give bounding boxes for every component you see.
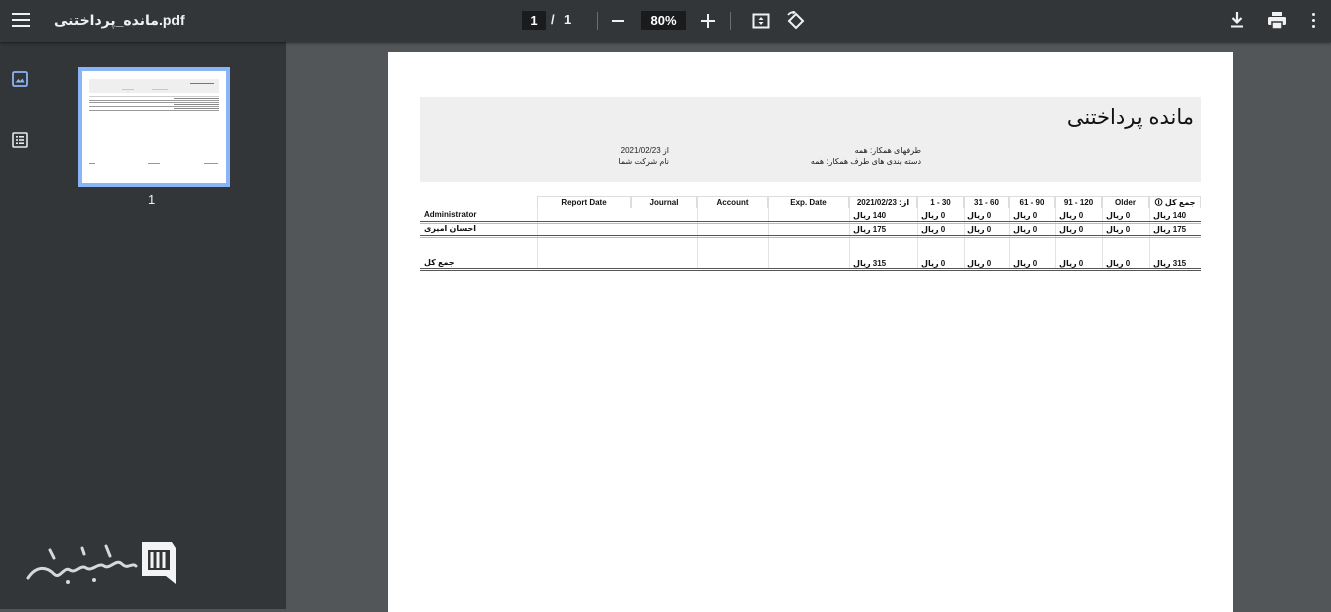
document-title: مانده_پرداختنی.pdf bbox=[54, 12, 185, 28]
aged-payable-table: جمع کل 🛈 Older 91 - 120 61 - 90 31 - 60 … bbox=[420, 196, 1201, 276]
grand-total-label: جمع کل bbox=[424, 258, 455, 267]
current-page-input[interactable]: 1 bbox=[522, 11, 546, 30]
report-title: مانده پرداختنی bbox=[1066, 106, 1194, 129]
column-header-report-date: Report Date bbox=[537, 196, 631, 208]
column-header-61-90: 61 - 90 bbox=[1009, 196, 1055, 208]
document-outline-icon[interactable] bbox=[12, 132, 28, 148]
row-older-value: 0 ریال bbox=[1106, 225, 1131, 234]
row-31-60-value: 0 ریال bbox=[967, 225, 992, 234]
row-1-30-value: 0 ریال bbox=[921, 211, 946, 220]
partner-row-label[interactable]: Administrator bbox=[424, 210, 476, 219]
row-91-120-value: 0 ریال bbox=[1059, 211, 1084, 220]
more-options-icon[interactable] bbox=[1312, 13, 1315, 31]
zoom-in-icon[interactable] bbox=[701, 14, 715, 28]
total-pages: 1 bbox=[564, 12, 572, 27]
thumbnail-page-number: 1 bbox=[148, 192, 156, 207]
pdf-page: مانده پرداختنی طرفهای همکار: همه دسته بن… bbox=[388, 52, 1233, 612]
row-1-30-value: 0 ریال bbox=[921, 225, 946, 234]
row-total-value: 140 ریال bbox=[1153, 211, 1187, 220]
toolbar-divider bbox=[597, 12, 598, 30]
partners-filter-label: طرفهای همکار: همه bbox=[854, 146, 921, 155]
partner-row-label[interactable]: احسان امیری bbox=[424, 224, 476, 233]
zoom-level-input[interactable]: 80% bbox=[641, 11, 686, 30]
column-header-as-of: از: 2021/02/23 bbox=[849, 196, 917, 208]
download-icon[interactable] bbox=[1229, 11, 1245, 29]
report-header: مانده پرداختنی طرفهای همکار: همه دسته بن… bbox=[420, 97, 1201, 182]
column-header-journal: Journal bbox=[631, 196, 697, 208]
company-name-label: نام شرکت شما bbox=[618, 157, 669, 166]
column-header-91-120: 91 - 120 bbox=[1055, 196, 1102, 208]
row-91-120-value: 0 ریال bbox=[1059, 225, 1084, 234]
page-thumbnail[interactable] bbox=[78, 67, 230, 187]
row-total-value: 175 ریال bbox=[1153, 225, 1187, 234]
column-header-account: Account bbox=[697, 196, 768, 208]
thumbnails-view-icon[interactable] bbox=[12, 71, 28, 87]
column-header-exp-date: Exp. Date bbox=[768, 196, 849, 208]
menu-icon[interactable] bbox=[12, 13, 30, 29]
sidebar: 1 bbox=[0, 42, 286, 609]
fit-to-page-icon[interactable] bbox=[752, 12, 770, 30]
column-header-1-30: 1 - 30 bbox=[917, 196, 964, 208]
toolbar-divider bbox=[730, 12, 731, 30]
row-as-of-value: 140 ریال bbox=[853, 211, 887, 220]
column-header-31-60: 31 - 60 bbox=[964, 196, 1009, 208]
partner-categories-filter-label: دسته بندی های طرف همکار: همه bbox=[810, 157, 921, 166]
rotate-icon[interactable] bbox=[786, 11, 806, 31]
pdf-toolbar: مانده_پرداختنی.pdf 1 / 1 80% bbox=[0, 0, 1331, 42]
row-61-90-value: 0 ریال bbox=[1013, 211, 1038, 220]
watermark-logo bbox=[26, 542, 176, 584]
page-separator: / bbox=[551, 12, 555, 27]
row-31-60-value: 0 ریال bbox=[967, 211, 992, 220]
print-icon[interactable] bbox=[1268, 12, 1286, 29]
row-as-of-value: 175 ریال bbox=[853, 225, 887, 234]
column-header-older: Older bbox=[1102, 196, 1149, 208]
from-date-label: از 2021/02/23 bbox=[620, 146, 669, 155]
zoom-out-icon[interactable] bbox=[612, 20, 624, 22]
column-header-total[interactable]: جمع کل 🛈 bbox=[1149, 196, 1201, 208]
row-older-value: 0 ریال bbox=[1106, 211, 1131, 220]
row-61-90-value: 0 ریال bbox=[1013, 225, 1038, 234]
